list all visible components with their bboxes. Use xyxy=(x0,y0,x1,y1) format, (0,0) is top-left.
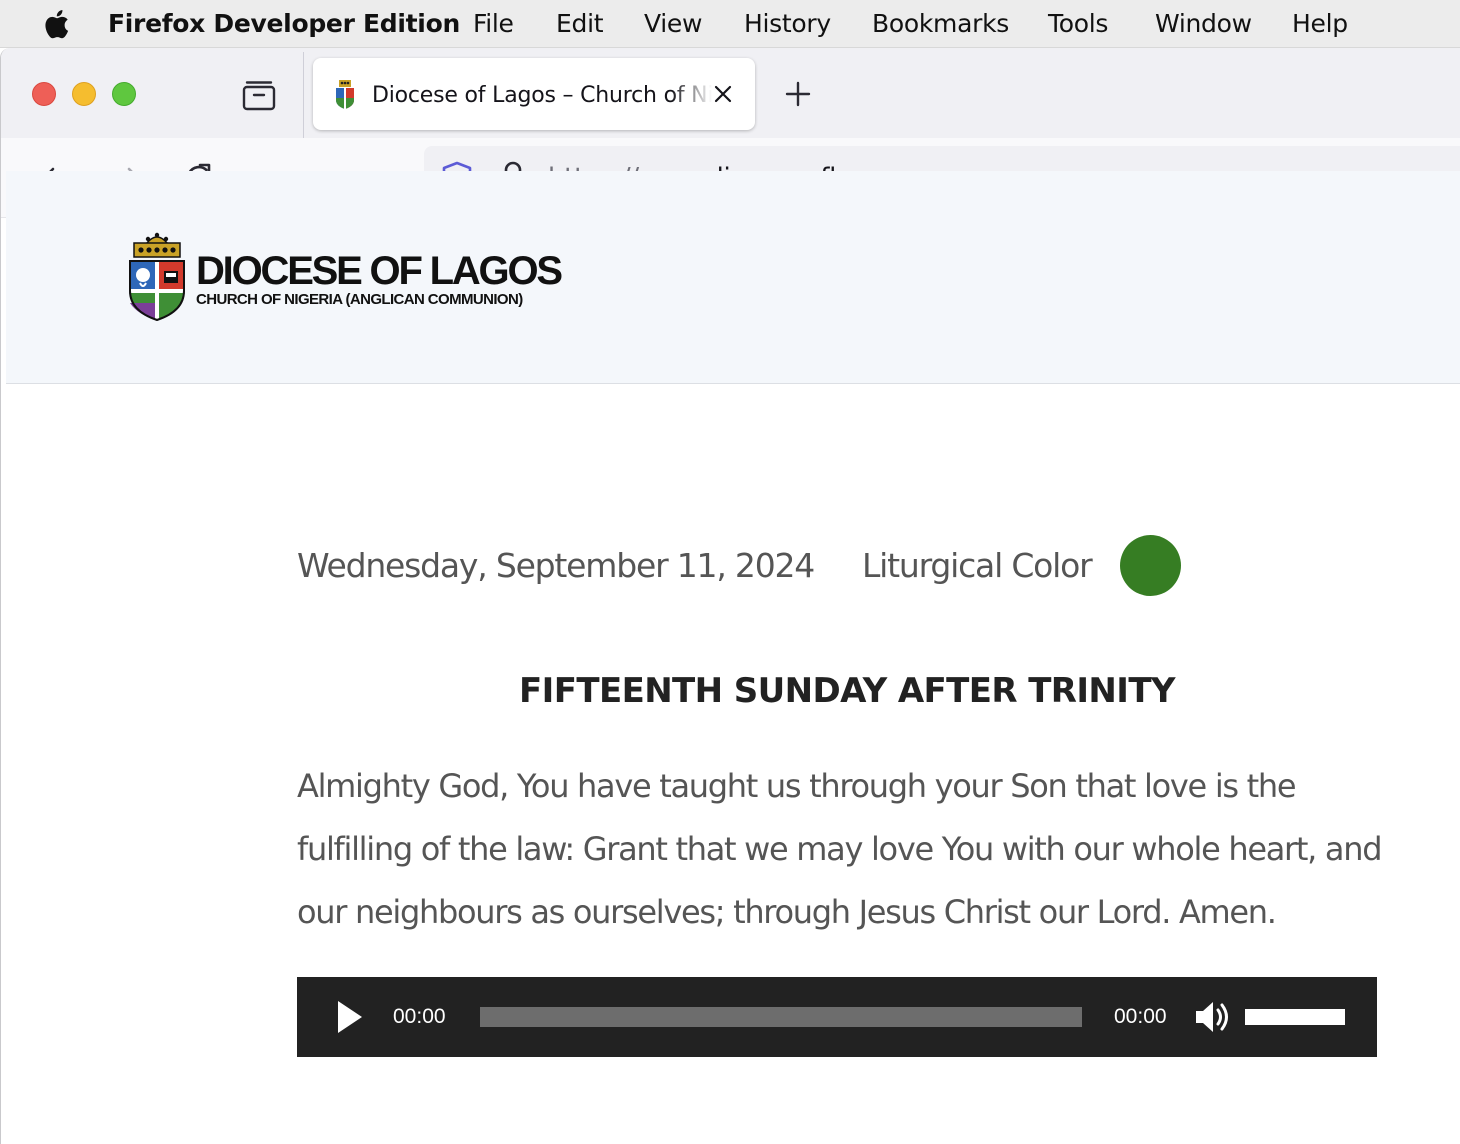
new-tab-icon[interactable] xyxy=(782,78,814,110)
tab-active[interactable]: Diocese of Lagos – Church of Nigeria (An… xyxy=(313,58,755,130)
zoom-window-button[interactable] xyxy=(112,82,136,106)
minimize-window-button[interactable] xyxy=(72,82,96,106)
close-tab-icon[interactable] xyxy=(711,82,735,106)
tab-manager-icon[interactable] xyxy=(239,76,279,116)
diocese-crest-logo[interactable] xyxy=(126,223,188,323)
tab-strip-divider xyxy=(303,52,304,138)
site-header: DIOCESE OF LAGOS CHURCH OF NIGERIA (ANGL… xyxy=(6,171,1460,384)
diocese-favicon-icon xyxy=(336,80,354,109)
liturgical-color-swatch xyxy=(1120,535,1181,596)
tab-strip: Diocese of Lagos – Church of Nigeria (An… xyxy=(1,48,1460,138)
play-icon[interactable] xyxy=(335,999,365,1035)
macos-menu-bar: Firefox Developer Edition File Edit View… xyxy=(0,0,1460,48)
sunday-title: FIFTEENTH SUNDAY AFTER TRINITY xyxy=(519,671,1176,711)
menu-view[interactable]: View xyxy=(644,8,702,40)
volume-fill xyxy=(1245,1009,1345,1025)
date-text: Wednesday, September 11, 2024 xyxy=(297,546,815,585)
menu-file[interactable]: File xyxy=(473,8,514,40)
menu-history[interactable]: History xyxy=(744,8,831,40)
menu-bookmarks[interactable]: Bookmarks xyxy=(872,8,1009,40)
current-time: 00:00 xyxy=(393,1005,446,1028)
apple-menu-icon[interactable] xyxy=(40,8,70,40)
tab-title: Diocese of Lagos – Church of Nigeria (An… xyxy=(372,83,712,108)
logo-subtitle: CHURCH OF NIGERIA (ANGLICAN COMMUNION) xyxy=(196,291,523,308)
menu-help[interactable]: Help xyxy=(1292,8,1348,40)
logo-name[interactable]: DIOCESE OF LAGOS xyxy=(196,249,563,293)
liturgical-color-label: Liturgical Color xyxy=(862,546,1093,585)
volume-slider[interactable] xyxy=(1245,1009,1345,1025)
app-name-menu[interactable]: Firefox Developer Edition xyxy=(108,8,460,40)
progress-slider[interactable] xyxy=(480,1007,1082,1027)
audio-player: 00:00 00:00 xyxy=(297,977,1377,1057)
menu-tools[interactable]: Tools xyxy=(1048,8,1108,40)
collect-text: Almighty God, You have taught us through… xyxy=(297,767,1383,931)
menu-window[interactable]: Window xyxy=(1155,8,1252,40)
duration-time: 00:00 xyxy=(1114,1005,1167,1028)
volume-speaker-icon[interactable] xyxy=(1193,998,1231,1036)
menu-edit[interactable]: Edit xyxy=(556,8,604,40)
close-window-button[interactable] xyxy=(32,82,56,106)
